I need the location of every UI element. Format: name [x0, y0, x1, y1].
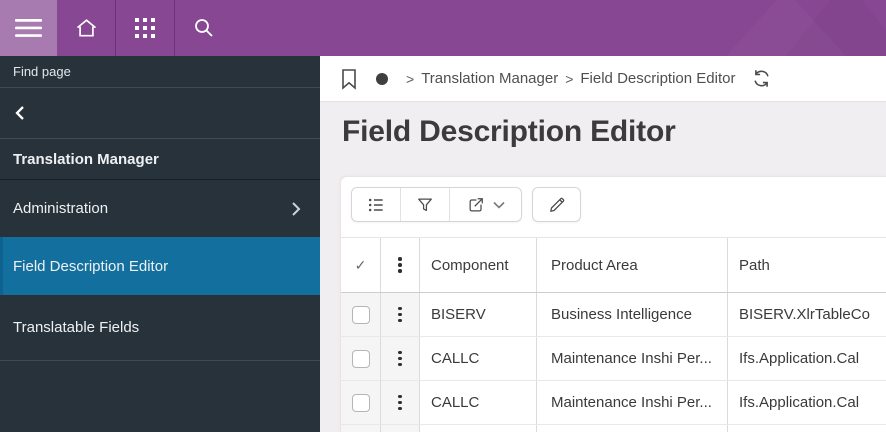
- table-row[interactable]: BISERV Business Intelligence BISERV.XlrT…: [341, 293, 886, 337]
- chevron-left-icon: [14, 105, 26, 121]
- data-table: ✓ Component Product Area Path BISERV Bus…: [341, 237, 886, 432]
- chevron-down-icon: [493, 201, 505, 209]
- column-header-component[interactable]: Component: [420, 238, 537, 292]
- breadcrumb-separator: >: [565, 70, 574, 87]
- sidebar-item-field-description-editor[interactable]: Field Description Editor: [0, 237, 320, 295]
- search-icon: [192, 16, 216, 40]
- list-view-button[interactable]: [352, 188, 401, 221]
- table-header-row: ✓ Component Product Area Path: [341, 237, 886, 293]
- cell-component: CALLC: [420, 381, 537, 424]
- kebab-icon[interactable]: [394, 303, 406, 327]
- sidebar-item-translatable-fields[interactable]: Translatable Fields: [0, 295, 320, 361]
- sidebar: Find page Translation Manager Administra…: [0, 56, 320, 432]
- export-icon: [466, 195, 486, 215]
- table-row[interactable]: CALLC Maintenance Inshi Per... Ifs.Appli…: [341, 381, 886, 425]
- main-content: > Translation Manager > Field Descriptio…: [320, 56, 886, 432]
- search-button[interactable]: [175, 0, 233, 56]
- cell-product-area: Business Intelligence: [537, 293, 728, 336]
- row-menu-header[interactable]: [381, 238, 420, 292]
- page-title: Field Description Editor: [342, 115, 676, 148]
- find-page-input[interactable]: Find page: [0, 56, 320, 88]
- kebab-icon: [394, 253, 406, 277]
- breadcrumb-bar: > Translation Manager > Field Descriptio…: [320, 56, 886, 102]
- sidebar-item-label: Field Description Editor: [13, 257, 169, 275]
- row-checkbox[interactable]: [351, 349, 370, 368]
- cell-path: Ifs.Application.Cal: [739, 394, 860, 411]
- cell-component: BISERV: [420, 293, 537, 336]
- find-page-label: Find page: [13, 64, 71, 79]
- export-button[interactable]: [450, 188, 521, 221]
- row-select-cell: [341, 293, 381, 336]
- cell-path: BISERV.XlrTableCo: [739, 306, 870, 323]
- column-header-product-area[interactable]: Product Area: [537, 238, 728, 292]
- sidebar-back-button[interactable]: [0, 88, 320, 139]
- kebab-icon[interactable]: [394, 391, 406, 415]
- topbar: [0, 0, 886, 56]
- cell-path: Ifs.Application.Cal: [739, 350, 860, 367]
- row-menu-cell: [381, 381, 420, 424]
- kebab-icon[interactable]: [394, 347, 406, 371]
- refresh-icon: [751, 68, 772, 89]
- cell-product-area: Maintenance Inshi Per...: [537, 381, 728, 424]
- breadcrumb-item[interactable]: Translation Manager: [421, 70, 558, 87]
- breadcrumb-separator: >: [406, 70, 415, 87]
- pencil-icon: [547, 195, 567, 215]
- row-menu-cell: [381, 293, 420, 336]
- edit-button[interactable]: [532, 187, 581, 222]
- breadcrumb-item-current: Field Description Editor: [580, 70, 736, 87]
- sidebar-item-label: Administration: [13, 200, 109, 217]
- home-icon: [74, 16, 99, 40]
- toolbar: [341, 177, 886, 237]
- refresh-button[interactable]: [751, 68, 772, 89]
- chevron-right-icon: [291, 201, 301, 217]
- topbar-watermark: [666, 0, 886, 56]
- filter-button[interactable]: [401, 188, 450, 221]
- app-grid-icon: [134, 17, 156, 39]
- content-panel: ✓ Component Product Area Path BISERV Bus…: [340, 176, 886, 432]
- row-menu-cell: [381, 337, 420, 380]
- hamburger-icon: [15, 18, 42, 38]
- table-row[interactable]: CALLC Maintenance Inshi Per... Ifs.Appli…: [341, 337, 886, 381]
- sidebar-group-title: Translation Manager: [13, 150, 159, 168]
- table-row-partial: [341, 425, 886, 432]
- cell-component: CALLC: [420, 337, 537, 380]
- row-select-cell: [341, 337, 381, 380]
- cell-product-area: Maintenance Inshi Per...: [537, 337, 728, 380]
- sidebar-item-administration[interactable]: Administration: [0, 179, 320, 237]
- toolbar-button-group: [351, 187, 522, 222]
- record-status-dot[interactable]: [376, 72, 388, 85]
- home-button[interactable]: [57, 0, 115, 56]
- row-checkbox[interactable]: [351, 393, 370, 412]
- column-header-path[interactable]: Path: [728, 238, 886, 292]
- menu-button[interactable]: [0, 0, 57, 56]
- bookmark-icon[interactable]: [340, 68, 358, 90]
- select-all-header[interactable]: ✓: [341, 238, 381, 292]
- sidebar-item-label: Translatable Fields: [13, 319, 140, 336]
- app-grid-button[interactable]: [116, 0, 174, 56]
- list-view-icon: [366, 195, 386, 215]
- row-checkbox[interactable]: [351, 305, 370, 324]
- row-select-cell: [341, 381, 381, 424]
- filter-icon: [415, 195, 435, 215]
